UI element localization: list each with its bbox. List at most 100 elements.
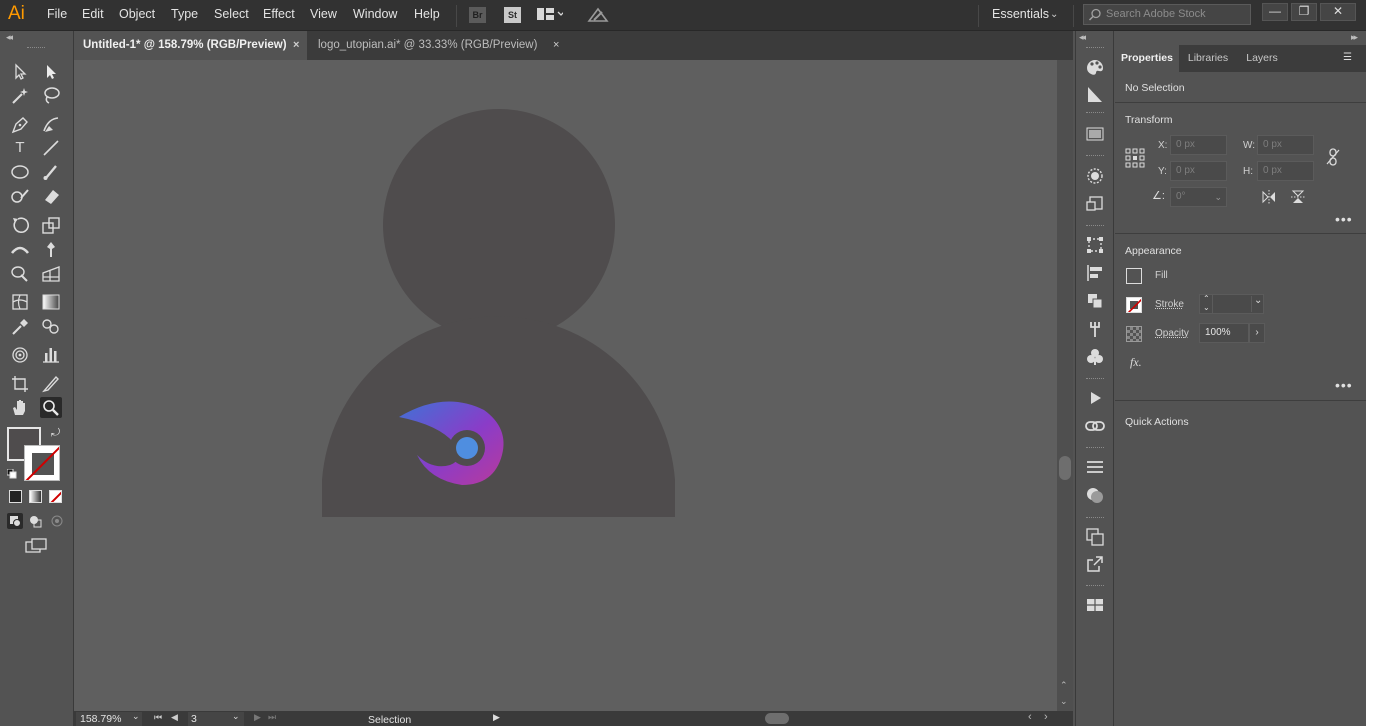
brushes-panel-icon[interactable] (1084, 166, 1106, 186)
eraser-tool-icon[interactable] (40, 186, 62, 207)
last-artboard-icon[interactable]: ⏭ (268, 712, 276, 723)
draw-normal-icon[interactable] (7, 513, 23, 529)
tab-logo-utopian[interactable]: logo_utopian.ai* @ 33.33% (RGB/Preview) … (309, 31, 566, 60)
tab-libraries[interactable]: Libraries (1179, 45, 1237, 72)
tab-layers[interactable]: Layers (1237, 45, 1287, 72)
flip-horizontal-icon[interactable] (1261, 189, 1277, 205)
menu-object[interactable]: Object (119, 7, 155, 21)
minimize-button[interactable]: — (1262, 3, 1288, 21)
opacity-slider-button[interactable]: › (1249, 323, 1265, 343)
arrange-documents-icon[interactable] (537, 8, 565, 22)
fill-color-swatch[interactable] (1126, 268, 1142, 284)
previous-artboard-icon[interactable]: ◀ (171, 712, 178, 723)
swap-fill-stroke-icon[interactable]: ⤾ (51, 427, 60, 440)
horizontal-scroll-thumb[interactable] (765, 713, 789, 724)
rotation-field[interactable]: 0° ⌄ (1170, 187, 1227, 207)
gradient-panel-icon[interactable] (1084, 124, 1106, 144)
menu-help[interactable]: Help (414, 7, 440, 21)
shape-builder-tool-icon[interactable] (9, 263, 31, 284)
screen-mode-icon[interactable] (25, 538, 47, 554)
artboards-panel-icon[interactable] (1084, 526, 1106, 546)
actions-panel-icon[interactable] (1084, 388, 1106, 408)
scroll-down-icon[interactable]: ⌄ (1060, 696, 1068, 707)
draw-inside-icon[interactable] (49, 513, 65, 529)
transform-panel-icon[interactable] (1084, 235, 1106, 255)
menu-file[interactable]: File (47, 7, 67, 21)
panel-grip[interactable] (1086, 225, 1104, 227)
chevron-down-icon[interactable]: ⌄ (1050, 9, 1058, 20)
panel-grip[interactable] (1086, 447, 1104, 449)
transparency-panel-icon[interactable] (1084, 485, 1106, 505)
close-icon[interactable]: × (293, 31, 299, 60)
stroke-panel-icon[interactable] (1084, 457, 1106, 477)
fx-effects-button[interactable]: fx. (1130, 355, 1142, 370)
constrain-proportions-icon[interactable] (1325, 148, 1341, 166)
width-field[interactable]: 0 px (1257, 135, 1314, 155)
eyedropper-tool-icon[interactable] (9, 316, 31, 337)
menu-window[interactable]: Window (353, 7, 397, 21)
magic-wand-tool-icon[interactable] (9, 85, 31, 106)
scroll-up-icon[interactable]: ⌃ (1060, 680, 1068, 691)
menu-edit[interactable]: Edit (82, 7, 104, 21)
selection-tool-icon[interactable] (9, 61, 31, 82)
person-head-shape[interactable] (383, 109, 615, 341)
panel-grip[interactable] (1086, 585, 1104, 587)
scroll-left-icon[interactable]: ‹ (1028, 711, 1032, 723)
gpu-performance-icon[interactable] (587, 6, 609, 24)
collapse-toolbox-icon[interactable]: ◂◂ (6, 32, 13, 43)
stroke-color-swatch[interactable] (1126, 297, 1142, 313)
restore-button[interactable]: ❐ (1291, 3, 1317, 21)
curvature-tool-icon[interactable] (40, 114, 62, 135)
scroll-thumb[interactable] (1059, 456, 1071, 480)
pathfinder-panel-icon[interactable] (1084, 291, 1106, 311)
next-artboard-icon[interactable]: ▶ (254, 712, 261, 723)
pen-tool-icon[interactable] (9, 114, 31, 135)
panel-grip[interactable] (1086, 47, 1104, 49)
slice-tool-icon[interactable] (40, 373, 62, 394)
flip-vertical-icon[interactable] (1290, 189, 1306, 205)
panel-grip[interactable] (1086, 517, 1104, 519)
tab-untitled-1[interactable]: Untitled-1* @ 158.79% (RGB/Preview) × (74, 31, 307, 60)
more-appearance-options-icon[interactable]: ••• (1335, 377, 1353, 393)
more-transform-options-icon[interactable]: ••• (1335, 211, 1353, 227)
artboard-tool-icon[interactable] (9, 373, 31, 394)
gradient-mode-icon[interactable] (29, 490, 42, 503)
y-position-field[interactable]: 0 px (1170, 161, 1227, 181)
opacity-field[interactable]: 100% (1199, 323, 1249, 343)
status-menu-icon[interactable]: ▶ (493, 712, 500, 723)
align-panel-icon[interactable] (1084, 263, 1106, 283)
zoom-tool-icon[interactable] (40, 397, 62, 418)
perspective-grid-tool-icon[interactable] (40, 263, 62, 284)
close-icon[interactable]: × (553, 31, 559, 60)
paintbrush-tool-icon[interactable] (40, 161, 62, 182)
stroke-swatch[interactable] (24, 445, 60, 481)
vertical-scrollbar[interactable]: ⌃ ⌄ (1057, 60, 1073, 711)
opacity-label[interactable]: Opacity (1155, 328, 1189, 339)
direct-selection-tool-icon[interactable] (40, 61, 62, 82)
collapse-panel-icon[interactable]: ▸▸ (1351, 32, 1358, 43)
symbol-sprayer-tool-icon[interactable] (9, 344, 31, 365)
line-segment-tool-icon[interactable] (40, 137, 62, 158)
mesh-tool-icon[interactable] (9, 291, 31, 312)
scale-tool-icon[interactable] (40, 215, 62, 236)
links-panel-icon[interactable] (1084, 416, 1106, 436)
scroll-right-icon[interactable]: › (1044, 711, 1048, 723)
blend-tool-icon[interactable] (40, 316, 62, 337)
chevron-down-icon[interactable]: ⌄ (232, 711, 240, 722)
type-tool-icon[interactable]: T (9, 137, 31, 158)
menu-view[interactable]: View (310, 7, 337, 21)
swatches-panel-icon[interactable] (1084, 347, 1106, 367)
chevron-down-icon[interactable]: ⌄ (1254, 295, 1262, 306)
color-mode-icon[interactable] (9, 490, 22, 503)
expand-panels-icon[interactable]: ◂◂ (1079, 32, 1086, 43)
gradient-tool-icon[interactable] (40, 291, 62, 312)
none-mode-icon[interactable] (49, 490, 62, 503)
panel-grip[interactable] (27, 47, 45, 49)
chevron-down-icon[interactable]: ⌄ (1214, 188, 1222, 206)
first-artboard-icon[interactable]: ⏮ (154, 712, 162, 723)
zoom-field[interactable]: 158.79% ⌄ (76, 711, 142, 726)
puppet-warp-tool-icon[interactable] (40, 239, 62, 260)
menu-effect[interactable]: Effect (263, 7, 295, 21)
stroke-label[interactable]: Stroke (1155, 299, 1184, 310)
tab-properties[interactable]: Properties (1115, 45, 1179, 72)
